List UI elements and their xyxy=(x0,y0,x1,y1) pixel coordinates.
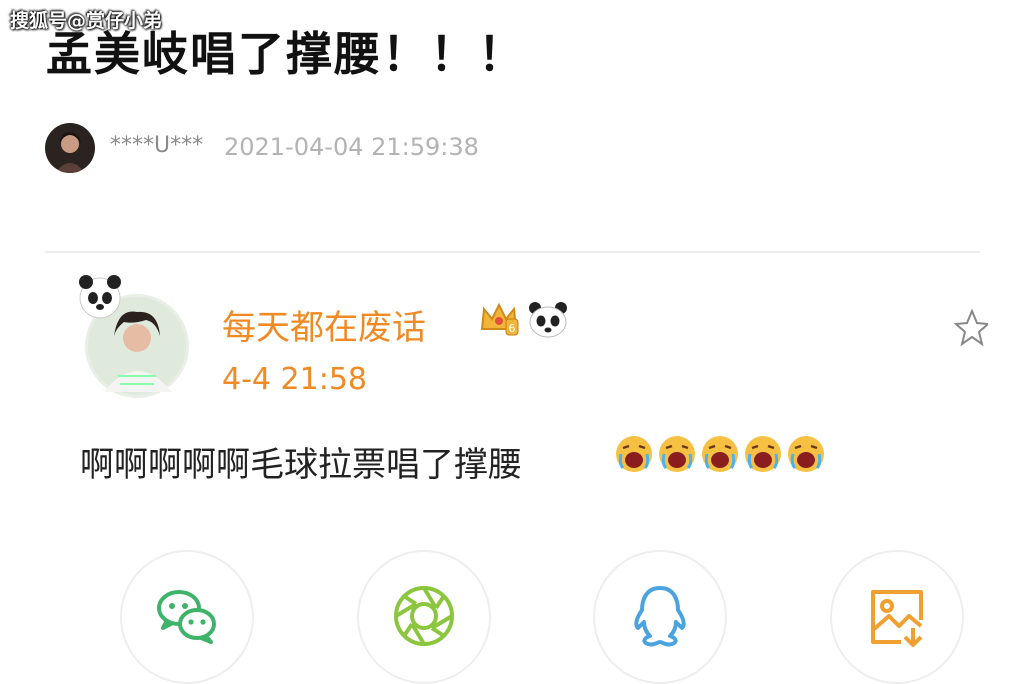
svg-text:6: 6 xyxy=(509,322,516,335)
page-title: 孟美岐唱了撑腰！！！ xyxy=(46,27,526,81)
comment-text: 啊啊啊啊啊毛球拉票唱了撑腰 xyxy=(80,445,522,485)
share-qq-button[interactable] xyxy=(593,550,727,684)
post-timestamp: 2021-04-04 21:59:38 xyxy=(224,133,479,161)
crying-emoji-icon xyxy=(616,436,652,472)
crown-badge-icon: 6 xyxy=(478,299,520,339)
author-name[interactable]: ****U*** xyxy=(110,133,203,158)
crying-emoji-icon xyxy=(659,436,695,472)
moments-icon xyxy=(394,586,454,646)
share-moments-button[interactable] xyxy=(357,550,491,684)
star-icon[interactable] xyxy=(952,305,991,349)
save-image-icon xyxy=(871,590,923,647)
qq-icon xyxy=(634,586,686,647)
save-image-button[interactable] xyxy=(830,550,964,684)
wechat-icon xyxy=(157,590,216,644)
crying-emoji-icon xyxy=(745,436,781,472)
panda-icon xyxy=(527,300,569,340)
commenter-avatar[interactable] xyxy=(74,272,192,400)
crying-emoji-icon xyxy=(788,436,824,472)
author-avatar[interactable] xyxy=(45,123,95,173)
comment-timestamp: 4-4 21:58 xyxy=(222,362,367,397)
commenter-name[interactable]: 每天都在废话 xyxy=(222,300,426,349)
emoji-row xyxy=(614,434,826,474)
crying-emoji-icon xyxy=(702,436,738,472)
divider xyxy=(45,251,980,253)
share-wechat-button[interactable] xyxy=(120,550,254,684)
